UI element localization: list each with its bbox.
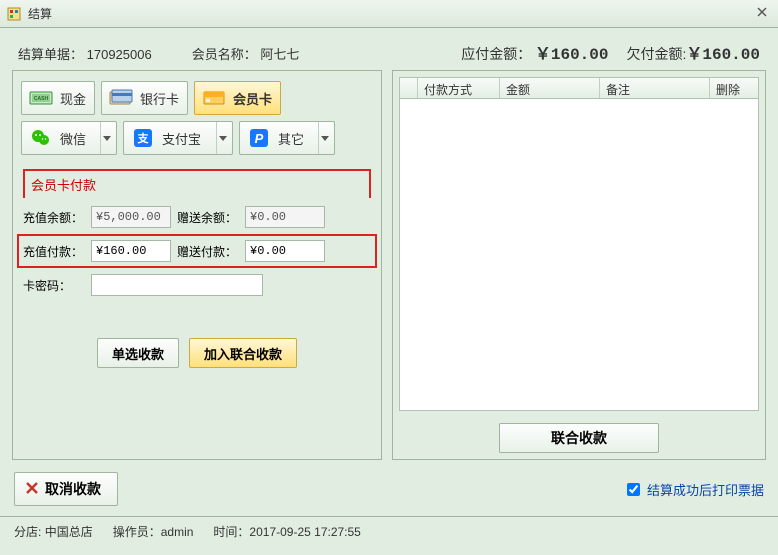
- print-checkbox-label: 结算成功后打印票据: [647, 480, 764, 499]
- pay-bank-label: 银行卡: [140, 89, 179, 108]
- pay-member-button[interactable]: 会员卡: [194, 81, 281, 115]
- order-no: 170925006: [87, 47, 152, 62]
- pay-bank-button[interactable]: 银行卡: [101, 81, 188, 115]
- order-label: 结算单据：: [18, 47, 83, 62]
- cancel-icon: [25, 481, 39, 498]
- pay-cash-label: 现金: [60, 89, 86, 108]
- pay-other-button[interactable]: P 其它: [239, 121, 335, 155]
- print-after-settle-checkbox[interactable]: 结算成功后打印票据: [623, 480, 764, 499]
- recharge-balance-field: [91, 206, 171, 228]
- gift-balance-field: [245, 206, 325, 228]
- payment-methods: CASH 现金 银行卡 会员卡 微信 支 支付宝 P: [13, 71, 381, 161]
- print-checkbox-input[interactable]: [627, 483, 640, 496]
- status-bar: 分店: 中国总店 操作员：admin 时间：2017-09-25 17:27:5…: [0, 516, 778, 546]
- join-combine-button[interactable]: 加入联合收款: [189, 338, 297, 368]
- cancel-collect-button[interactable]: 取消收款: [14, 472, 118, 506]
- grid-body[interactable]: [399, 99, 759, 411]
- alipay-icon: 支: [130, 128, 156, 148]
- col-method: 付款方式: [418, 78, 500, 98]
- svg-text:P: P: [255, 131, 264, 146]
- pay-member-label: 会员卡: [233, 89, 272, 108]
- status-operator: admin: [161, 525, 194, 539]
- svg-text:CASH: CASH: [34, 96, 49, 102]
- alipay-dropdown-icon[interactable]: [216, 122, 228, 154]
- combine-collect-button[interactable]: 联合收款: [499, 423, 659, 453]
- gift-pay-field[interactable]: [245, 240, 325, 262]
- card-password-field[interactable]: [91, 274, 263, 296]
- wechat-icon: [28, 128, 54, 148]
- member-pay-section: 会员卡付款: [23, 169, 371, 198]
- single-collect-button[interactable]: 单选收款: [97, 338, 179, 368]
- info-row: 结算单据： 170925006 会员名称： 阿七七 应付金额： ￥160.00 …: [0, 28, 778, 70]
- member-label: 会员名称：: [192, 47, 257, 62]
- grid-header: 付款方式 金额 备注 删除: [399, 77, 759, 99]
- pay-wechat-label: 微信: [60, 129, 86, 148]
- pay-alipay-button[interactable]: 支 支付宝: [123, 121, 233, 155]
- status-time: 2017-09-25 17:27:55: [249, 525, 360, 539]
- due-value: ￥160.00: [535, 46, 609, 64]
- member-card-icon: [201, 88, 227, 108]
- right-panel: 付款方式 金额 备注 删除 联合收款: [392, 70, 766, 460]
- pay-alipay-label: 支付宝: [162, 129, 201, 148]
- wechat-dropdown-icon[interactable]: [100, 122, 112, 154]
- pay-other-label: 其它: [278, 129, 304, 148]
- title-bar: 结算: [0, 0, 778, 28]
- app-icon: [6, 6, 22, 22]
- bank-card-icon: [108, 88, 134, 108]
- other-pay-icon: P: [246, 128, 272, 148]
- due-label: 应付金额：: [461, 46, 531, 62]
- member-name: 阿七七: [260, 47, 299, 62]
- gift-pay-label: 赠送付款：: [177, 243, 239, 260]
- pay-cash-button[interactable]: CASH 现金: [21, 81, 95, 115]
- recharge-pay-field[interactable]: [91, 240, 171, 262]
- close-button[interactable]: [748, 2, 776, 22]
- recharge-balance-label: 充值余额：: [23, 209, 85, 226]
- card-pwd-label: 卡密码：: [23, 277, 85, 294]
- pay-wechat-button[interactable]: 微信: [21, 121, 117, 155]
- section-title: 会员卡付款: [31, 173, 96, 198]
- col-selector: [400, 78, 418, 98]
- col-delete: 删除: [710, 78, 758, 98]
- col-amount: 金额: [500, 78, 600, 98]
- col-remark: 备注: [600, 78, 710, 98]
- owed-value: ￥160.00: [686, 46, 760, 64]
- other-dropdown-icon[interactable]: [318, 122, 330, 154]
- cash-icon: CASH: [28, 88, 54, 108]
- status-branch: 中国总店: [45, 525, 93, 539]
- window-title: 结算: [28, 5, 52, 22]
- recharge-pay-label: 充值付款：: [23, 243, 85, 260]
- owed-label: 欠付金额:: [626, 46, 686, 62]
- gift-balance-label: 赠送余额：: [177, 209, 239, 226]
- left-panel: CASH 现金 银行卡 会员卡 微信 支 支付宝 P: [12, 70, 382, 460]
- svg-text:支: 支: [137, 131, 150, 145]
